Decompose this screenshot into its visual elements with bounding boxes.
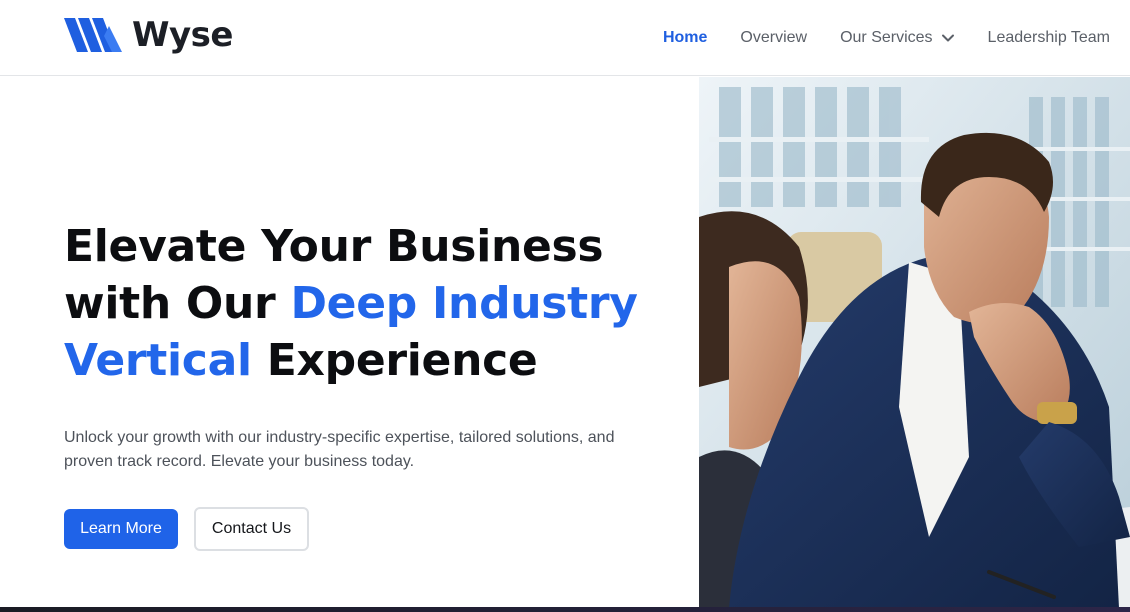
hero-subtext: Unlock your growth with our industry-spe… xyxy=(64,429,615,470)
hero-photo xyxy=(699,77,1130,608)
brand-logo[interactable]: Wyse xyxy=(64,16,233,54)
brand-name: Wyse xyxy=(132,15,233,55)
learn-more-button[interactable]: Learn More xyxy=(64,509,178,549)
hero-business-meeting-image xyxy=(699,77,1130,608)
site-header: Wyse Home Overview Our Services Leadersh… xyxy=(0,0,1130,76)
contact-us-button[interactable]: Contact Us xyxy=(194,507,309,551)
nav-item-home[interactable]: Home xyxy=(663,29,707,47)
hero-headline: Elevate Your Business with Our Deep Indu… xyxy=(64,218,664,389)
nav-item-leadership-team[interactable]: Leadership Team xyxy=(988,29,1110,47)
nav-item-label: Our Services xyxy=(840,29,933,46)
wyse-logo-icon xyxy=(64,18,122,52)
nav-item-label: Leadership Team xyxy=(987,29,1110,46)
nav-item-label: Home xyxy=(662,29,708,46)
main-nav: Home Overview Our Services Leadership Te… xyxy=(630,0,1110,76)
chevron-down-icon xyxy=(941,34,954,42)
headline-text-end: Experience xyxy=(251,335,538,386)
nav-item-overview[interactable]: Overview xyxy=(740,29,807,47)
next-section-edge xyxy=(0,607,1130,612)
nav-item-label: Overview xyxy=(740,29,808,46)
nav-item-our-services[interactable]: Our Services xyxy=(840,29,954,47)
hero-section: Elevate Your Business with Our Deep Indu… xyxy=(0,77,699,608)
page: Wyse Home Overview Our Services Leadersh… xyxy=(0,0,1130,612)
